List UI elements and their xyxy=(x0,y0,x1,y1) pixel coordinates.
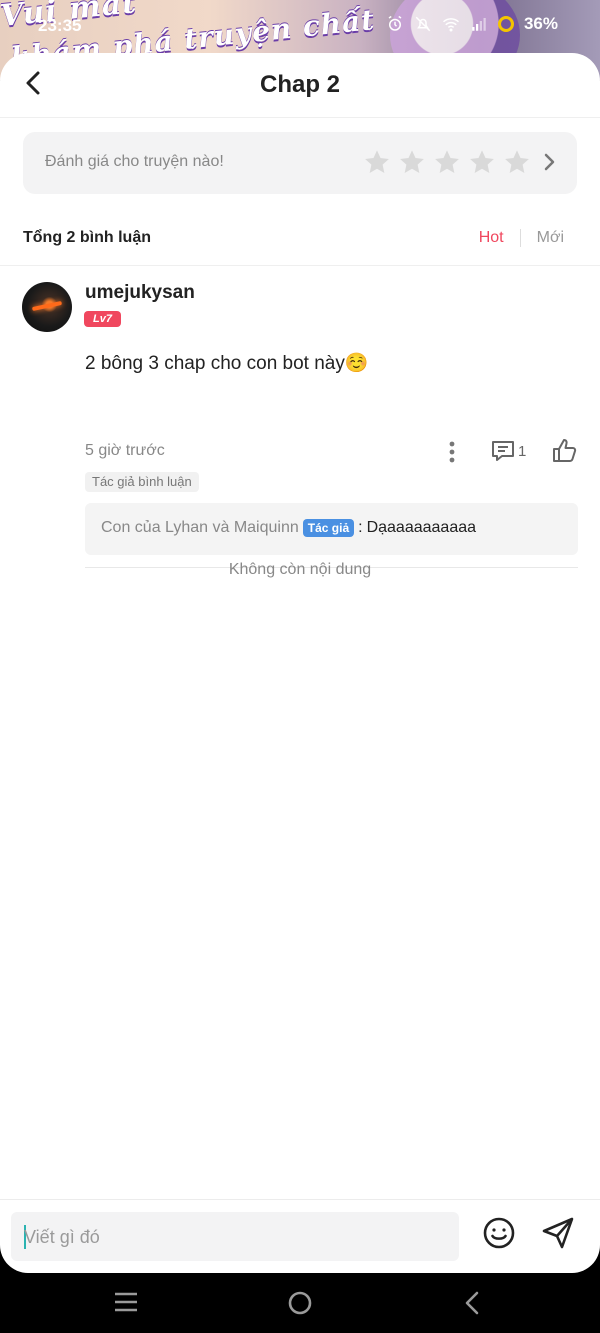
reply-preview[interactable]: Con của Lyhan và Maiquinn Tác giả : Dạaa… xyxy=(85,503,578,555)
sort-tabs: Hot Mới xyxy=(479,229,564,247)
author-liked-tag: Tác giả bình luận xyxy=(85,472,199,492)
tab-hot[interactable]: Hot xyxy=(479,229,504,247)
avatar[interactable] xyxy=(22,282,72,332)
end-of-content-text: Không còn nội dung xyxy=(228,561,372,578)
rating-stars xyxy=(363,148,531,176)
header: Chap 2 xyxy=(0,53,600,118)
comment-count: Tổng 2 bình luận xyxy=(23,229,151,246)
input-placeholder: Viết gì đó xyxy=(24,1227,100,1247)
comments-sheet: Chap 2 Đánh giá cho truyện nào! Tổng 2 b… xyxy=(0,53,600,1273)
comment-text: 2 bông 3 chap cho con bot này☺️ xyxy=(85,353,369,374)
system-nav-bar xyxy=(0,1273,600,1333)
alarm-icon xyxy=(388,15,402,31)
star-icon[interactable] xyxy=(398,148,426,176)
status-time: 23:35 xyxy=(38,16,82,35)
emoji-icon[interactable] xyxy=(481,1215,517,1251)
reply-text: Dạaaaaaaaaaa xyxy=(366,519,477,536)
battery-icon xyxy=(497,16,514,32)
reply-comment-icon[interactable] xyxy=(490,438,516,464)
tab-divider xyxy=(519,229,521,247)
comment-username[interactable]: umejukysan xyxy=(85,282,195,304)
home-icon[interactable] xyxy=(287,1290,313,1316)
send-icon[interactable] xyxy=(540,1215,576,1251)
level-badge: Lv7 xyxy=(84,311,121,327)
reply-username: Con của Lyhan và Maiquinn xyxy=(101,519,299,536)
rating-prompt[interactable]: Đánh giá cho truyện nào! xyxy=(23,132,577,194)
recent-apps-icon[interactable] xyxy=(113,1290,139,1314)
reply-separator: : xyxy=(358,519,363,536)
divider xyxy=(0,1199,600,1200)
wifi-icon xyxy=(442,18,459,32)
page-title: Chap 2 xyxy=(259,71,340,98)
mute-bell-icon xyxy=(415,16,431,32)
back-icon[interactable] xyxy=(462,1290,482,1316)
reply-content: Con của Lyhan và Maiquinn Tác giả : Dạaa… xyxy=(101,519,476,537)
status-icons: 36% xyxy=(386,14,558,34)
star-icon[interactable] xyxy=(468,148,496,176)
chevron-right-icon xyxy=(544,153,555,171)
author-badge: Tác giả xyxy=(302,519,355,537)
status-bar: 23:35 36% xyxy=(0,0,600,52)
comment-time: 5 giờ trước xyxy=(85,442,165,459)
more-options-icon[interactable] xyxy=(441,439,463,465)
thumbs-up-icon[interactable] xyxy=(551,437,578,464)
star-icon[interactable] xyxy=(363,148,391,176)
star-icon[interactable] xyxy=(433,148,461,176)
rating-placeholder: Đánh giá cho truyện nào! xyxy=(45,153,224,170)
battery-percent: 36% xyxy=(523,14,558,33)
signal-icon xyxy=(472,18,486,31)
star-icon[interactable] xyxy=(503,148,531,176)
tab-new[interactable]: Mới xyxy=(537,229,564,247)
reply-count: 1 xyxy=(518,443,527,460)
divider xyxy=(0,265,600,266)
comment-input[interactable]: Viết gì đó xyxy=(11,1212,459,1261)
